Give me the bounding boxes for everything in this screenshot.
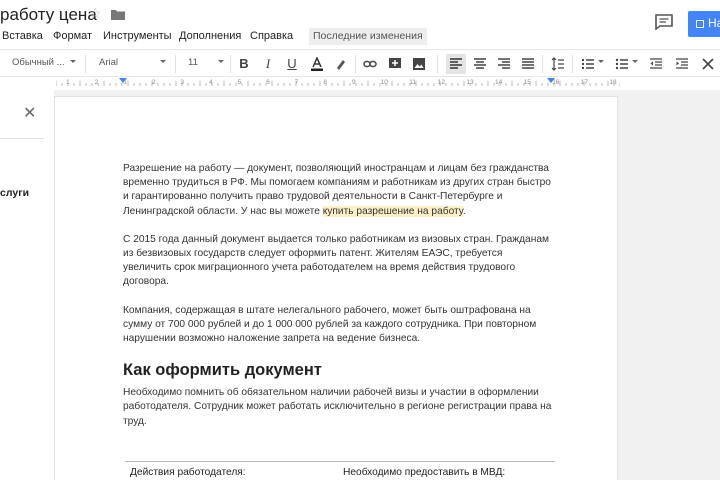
align-center-icon <box>474 58 486 69</box>
ruler-label: 12 <box>437 79 446 86</box>
chevron-down-icon <box>632 60 638 63</box>
outline-panel: ✕ слуги <box>0 90 54 480</box>
bulleted-list-button[interactable] <box>612 54 632 74</box>
increase-indent-button[interactable] <box>672 54 692 74</box>
document-body[interactable]: Разрешение на работу — документ, позволя… <box>123 162 553 443</box>
increase-indent-icon <box>676 58 688 69</box>
text-color-icon <box>311 57 323 71</box>
table-header-cell: Необходимо предоставить в МВД: <box>343 467 506 478</box>
left-indent-marker[interactable] <box>119 78 127 83</box>
title-bar: работу цена ☆ На <box>0 0 720 37</box>
align-right-icon <box>498 58 510 69</box>
decrease-indent-button[interactable] <box>646 54 666 74</box>
highlighter-icon <box>337 60 345 70</box>
table-header-cell: Действия работодателя: <box>130 467 246 478</box>
menu-insert[interactable]: Вставка <box>2 30 43 42</box>
paragraph: С 2015 года данный документ выдается тол… <box>123 233 550 288</box>
chevron-down-icon <box>598 60 604 63</box>
toolbar: Обычный ... Arial 11 B I U <box>0 49 720 77</box>
table-border <box>125 461 555 462</box>
ruler-label: 14 <box>495 79 503 86</box>
image-icon <box>413 58 425 70</box>
align-right-button[interactable] <box>494 54 514 74</box>
document-title[interactable]: работу цена <box>0 5 97 25</box>
bold-button[interactable]: B <box>234 54 254 74</box>
link-button[interactable] <box>360 54 380 74</box>
ruler-label: 17 <box>580 79 589 86</box>
toolbar-divider <box>542 55 543 73</box>
paragraph-style-select[interactable]: Обычный ... <box>12 57 65 68</box>
bulleted-list-icon <box>615 58 628 70</box>
ruler-label: 5 <box>237 79 242 86</box>
chevron-down-icon <box>70 60 76 63</box>
align-left-button[interactable] <box>446 54 466 74</box>
ruler-ticks <box>56 81 620 86</box>
align-justify-button[interactable] <box>518 54 538 74</box>
ruler-label: 8 <box>323 79 328 86</box>
paragraph: Разрешение на работу — документ, позволя… <box>123 162 553 219</box>
font-family-select[interactable]: Arial <box>99 57 118 68</box>
highlight-button[interactable] <box>331 54 351 74</box>
toolbar-divider <box>437 55 438 73</box>
menu-format[interactable]: Формат <box>53 30 92 42</box>
paragraph-end: . <box>462 205 466 217</box>
chevron-down-icon <box>218 60 224 63</box>
outline-item[interactable]: слуги <box>0 187 29 199</box>
lock-icon <box>696 19 704 28</box>
right-indent-marker[interactable] <box>547 78 555 83</box>
highlighted-link[interactable]: купить разрешение на работу <box>322 205 463 217</box>
ruler-label: 2 <box>151 79 156 86</box>
insert-comment-button[interactable] <box>385 54 405 74</box>
ruler-label: 15 <box>523 79 531 86</box>
toolbar-divider <box>572 55 573 73</box>
ruler-label: 1 <box>66 79 70 86</box>
ruler-label: 4 <box>209 79 213 86</box>
ruler-label: 13 <box>466 79 474 86</box>
panel-divider <box>0 138 44 139</box>
star-icon[interactable]: ☆ <box>89 6 102 20</box>
ruler-label: 2 <box>94 79 99 86</box>
toolbar-divider <box>85 55 86 73</box>
insert-image-button[interactable] <box>409 54 429 74</box>
align-left-icon <box>450 58 462 69</box>
ruler-label: 11 <box>409 79 416 86</box>
numbered-list-button[interactable] <box>578 54 598 74</box>
font-size-select[interactable]: 11 <box>188 57 198 68</box>
numbered-list-icon <box>582 59 594 69</box>
menu-help[interactable]: Справка <box>250 30 293 42</box>
clear-formatting-icon <box>702 58 714 70</box>
ruler-label: 18 <box>609 79 617 86</box>
toolbar-divider <box>355 55 356 73</box>
toolbar-divider <box>230 55 231 73</box>
toolbar-divider <box>175 55 176 73</box>
text-color-button[interactable] <box>307 54 327 74</box>
paragraph: Компания, содержащая в штате нелегальног… <box>123 304 537 345</box>
ruler-label: 10 <box>380 79 388 86</box>
decrease-indent-icon <box>650 58 662 69</box>
ruler-label: 3 <box>180 79 185 86</box>
document-page[interactable]: Разрешение на работу — документ, позволя… <box>54 96 618 480</box>
folder-icon[interactable] <box>111 9 125 20</box>
menu-tools[interactable]: Инструменты <box>103 30 172 42</box>
ruler-label: 6 <box>266 79 270 86</box>
comment-add-icon <box>389 58 401 68</box>
underline-button[interactable]: U <box>282 54 302 74</box>
ruler[interactable]: 1 2 1 2 3 4 5 6 7 8 9 10 11 12 13 14 15 16 17 18 <box>56 78 620 90</box>
section-heading: Как оформить документ <box>123 361 322 380</box>
link-icon <box>363 60 377 68</box>
close-icon[interactable]: ✕ <box>23 106 36 122</box>
italic-button[interactable]: I <box>258 54 278 74</box>
last-edit-link[interactable]: Последние изменения <box>309 28 427 45</box>
paragraph: Необходимо помнить об обязательном налич… <box>123 387 552 427</box>
ruler-label: 7 <box>294 79 299 86</box>
menu-addons[interactable]: Дополнения <box>179 30 241 42</box>
line-spacing-button[interactable] <box>548 54 568 74</box>
align-justify-icon <box>522 58 534 69</box>
align-center-button[interactable] <box>470 54 490 74</box>
clear-formatting-button[interactable] <box>698 54 718 74</box>
ruler-label: 9 <box>352 79 356 86</box>
line-spacing-icon <box>551 57 564 71</box>
chevron-down-icon <box>160 60 166 63</box>
document-canvas: Разрешение на работу — документ, позволя… <box>54 90 720 480</box>
